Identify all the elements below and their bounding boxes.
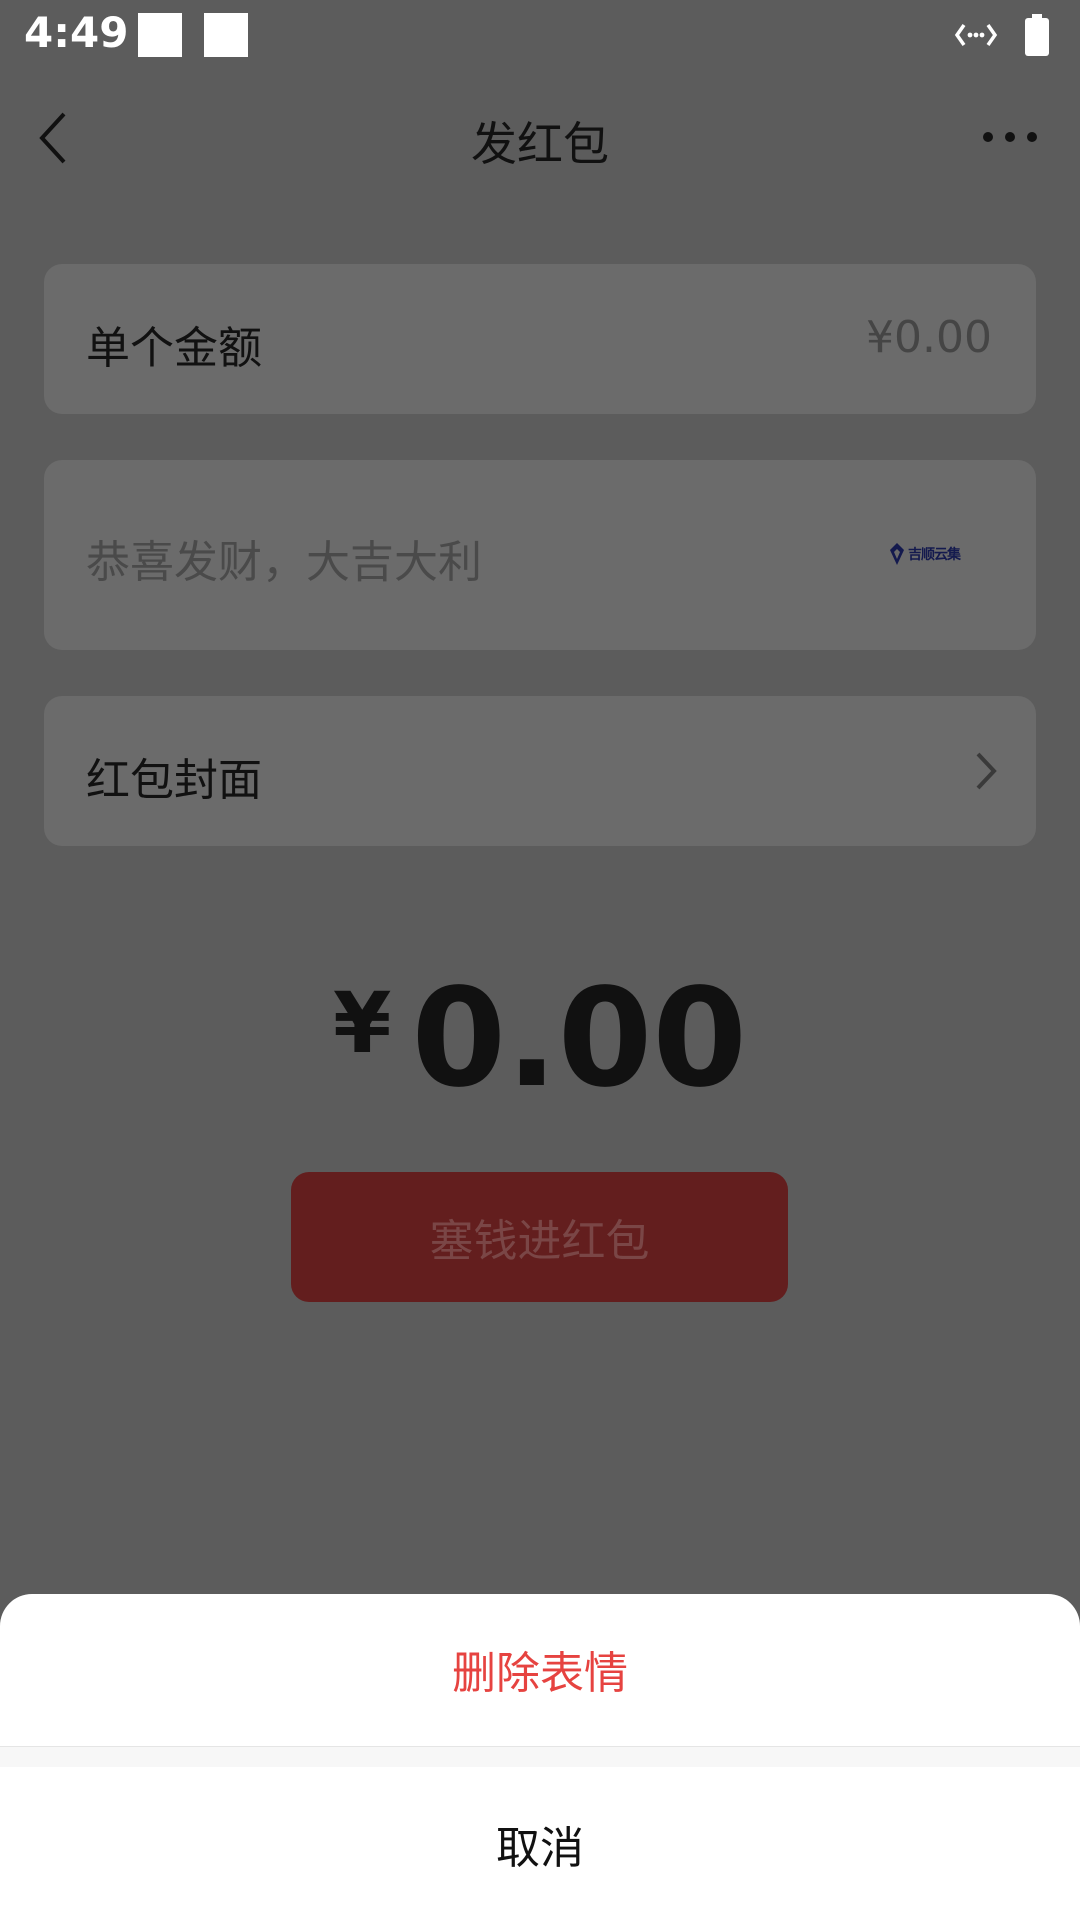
delete-sticker-button[interactable]: 删除表情: [0, 1594, 1080, 1744]
send-red-packet-button[interactable]: 塞钱进红包: [291, 1172, 788, 1302]
sticker-logo-icon: [890, 543, 904, 565]
notification-square-icon: [138, 13, 182, 57]
action-sheet: 删除表情 取消: [0, 1594, 1080, 1920]
total-amount: ¥0.00: [0, 960, 1080, 1118]
amount-label: 单个金额: [86, 323, 262, 374]
cover-row[interactable]: 红包封面: [44, 696, 1036, 846]
cancel-button[interactable]: 取消: [0, 1767, 1080, 1920]
chevron-right-icon: [976, 752, 997, 790]
total-value: 0.00: [411, 960, 747, 1118]
battery-icon: [1025, 14, 1049, 56]
sticker-text: 吉顺云集: [908, 547, 961, 563]
status-time: 4:49: [24, 8, 129, 57]
status-bar: 4:49: [0, 0, 1080, 72]
more-icon[interactable]: [980, 122, 1040, 152]
page-title: 发红包: [471, 117, 609, 171]
message-input-row[interactable]: 恭喜发财，大吉大利 吉顺云集: [44, 460, 1036, 650]
data-transfer-icon: [954, 23, 998, 47]
message-input[interactable]: 恭喜发财，大吉大利: [86, 526, 482, 590]
nav-bar: 发红包: [0, 72, 1080, 202]
amount-value[interactable]: ¥0.00: [866, 312, 992, 363]
divider-gap: [0, 1747, 1080, 1767]
currency-symbol: ¥: [332, 974, 392, 1072]
sticker-image[interactable]: 吉顺云集: [889, 542, 961, 566]
cover-label: 红包封面: [86, 755, 262, 806]
amount-input-row[interactable]: 单个金额 ¥0.00: [44, 264, 1036, 414]
notification-square-icon: [204, 13, 248, 57]
